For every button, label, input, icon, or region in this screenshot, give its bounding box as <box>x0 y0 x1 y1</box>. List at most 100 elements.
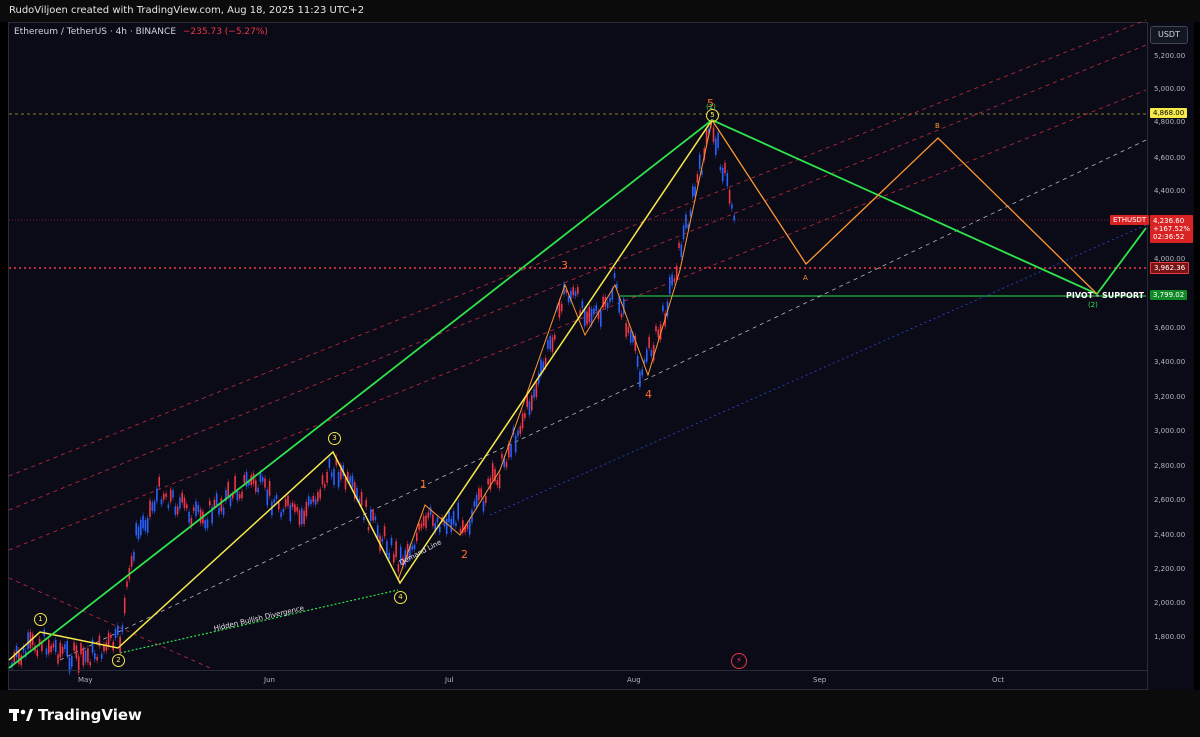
candle <box>156 488 158 502</box>
price-tick: 3,600.00 <box>1154 324 1186 332</box>
candle <box>519 426 522 434</box>
pivot-price-label: 3,799.02 <box>1150 290 1188 300</box>
candle <box>420 523 423 529</box>
candle <box>606 302 609 309</box>
candle <box>491 463 494 480</box>
price-tick: 3,000.00 <box>1154 427 1186 435</box>
currency-button[interactable]: USDT <box>1150 26 1188 44</box>
candle <box>521 413 524 429</box>
symbol-change: −235.73 (−5.27%) <box>182 27 268 37</box>
candle <box>234 476 236 492</box>
candle <box>692 186 694 197</box>
candle <box>572 287 574 296</box>
candle <box>390 537 393 546</box>
candle <box>427 512 430 518</box>
candle <box>27 632 29 650</box>
candle <box>146 518 149 533</box>
price-tick: 5,200.00 <box>1154 52 1186 60</box>
candle <box>121 625 124 633</box>
candle <box>241 491 243 499</box>
wave-4-label: 4 <box>645 388 652 401</box>
wave-circle-2: 2 <box>112 654 125 667</box>
candle <box>174 506 177 515</box>
candle <box>726 173 729 187</box>
candle <box>397 564 400 572</box>
candle <box>363 516 365 521</box>
candle <box>452 511 455 525</box>
candle <box>526 394 528 407</box>
wave-circle-4: 4 <box>394 591 407 604</box>
candle <box>117 625 119 635</box>
candle <box>183 497 186 508</box>
candle <box>482 501 485 512</box>
candle <box>646 349 648 362</box>
candle <box>130 556 133 567</box>
candle <box>284 499 287 507</box>
candle <box>215 493 218 505</box>
candle <box>126 581 128 587</box>
candle <box>432 514 434 526</box>
wave-2-label: 2 <box>461 548 468 561</box>
candle <box>393 554 395 563</box>
candle <box>153 501 156 512</box>
candle <box>547 339 549 349</box>
candle <box>100 653 103 659</box>
candle <box>650 350 653 356</box>
lightning-icon[interactable]: ⚡ <box>731 653 747 669</box>
candle <box>728 189 731 204</box>
candle <box>142 515 144 529</box>
candle <box>149 500 151 517</box>
bar-countdown: 02:36:52 <box>1153 233 1185 241</box>
candle <box>551 337 554 352</box>
price-tick: 2,400.00 <box>1154 531 1186 539</box>
candle <box>731 204 733 209</box>
candle <box>657 329 660 338</box>
candle <box>517 430 519 437</box>
candle <box>581 300 584 308</box>
chart-canvas[interactable] <box>0 0 1200 737</box>
candle <box>554 334 556 340</box>
ticker-label: ETHUSDT <box>1110 215 1150 225</box>
candle <box>195 501 197 517</box>
footer-bar <box>0 690 1200 737</box>
candle <box>273 499 275 503</box>
candle <box>73 642 75 651</box>
candle <box>165 493 167 497</box>
candle <box>181 492 183 503</box>
candle <box>314 498 317 505</box>
candle <box>330 472 333 477</box>
candle <box>312 495 315 503</box>
candle <box>257 487 259 493</box>
candle <box>583 309 586 326</box>
candle <box>372 510 374 521</box>
yellow-wave-path <box>8 119 713 661</box>
candle <box>455 522 457 527</box>
candle <box>291 502 294 508</box>
candle <box>222 507 225 516</box>
price-tick: 4,400.00 <box>1154 187 1186 195</box>
price-tick: 2,000.00 <box>1154 599 1186 607</box>
tradingview-logo[interactable]: TradingView <box>9 706 142 724</box>
candle <box>163 493 165 500</box>
candle <box>75 645 78 659</box>
support-price-label: 3,962.36 <box>1150 262 1190 274</box>
time-tick: Jul <box>445 676 454 684</box>
wave-b-label: B <box>935 122 940 130</box>
symbol-header[interactable]: Ethereum / TetherUS · 4h · BINANCE −235.… <box>14 27 268 37</box>
candle <box>192 507 195 511</box>
current-price: 4,236.60 <box>1153 217 1185 225</box>
candle <box>349 476 351 483</box>
candle <box>459 528 462 533</box>
candle <box>114 629 117 639</box>
candle <box>218 507 220 515</box>
time-tick: Jun <box>264 676 275 684</box>
time-axis[interactable] <box>8 670 1148 691</box>
candle <box>112 641 114 651</box>
candle <box>296 507 298 512</box>
candle <box>41 643 43 651</box>
candle <box>94 653 96 660</box>
candle <box>629 330 632 343</box>
candle <box>370 509 372 521</box>
candle <box>220 498 223 512</box>
candle <box>264 478 266 488</box>
